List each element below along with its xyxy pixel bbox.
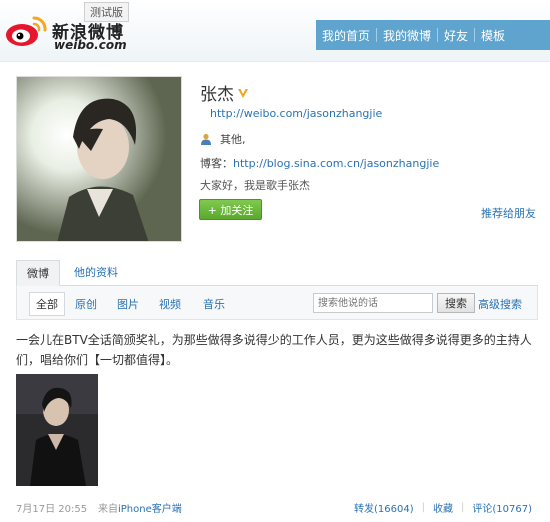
nav-friends[interactable]: 好友 xyxy=(438,27,474,44)
post-source: 来自iPhone客户端 xyxy=(98,500,182,515)
blog-label: 博客： xyxy=(200,157,233,170)
avatar-photo xyxy=(17,77,181,241)
action-divider: | xyxy=(421,502,425,513)
profile-bio: 大家好，我是歌手张杰 xyxy=(200,179,310,192)
profile-info: 其他, xyxy=(200,131,246,147)
user-icon xyxy=(201,133,211,145)
profile-url-link[interactable]: http://weibo.com/jasonzhangjie xyxy=(210,107,382,120)
post-image[interactable] xyxy=(16,374,98,486)
favorite-link[interactable]: 收藏 xyxy=(433,500,453,515)
comment-link[interactable]: 评论(10767) xyxy=(472,500,532,515)
follow-button[interactable]: + 加关注 xyxy=(199,199,262,220)
verified-v-icon xyxy=(238,88,248,98)
profile-name-text: 张杰 xyxy=(200,85,234,105)
search-button[interactable]: 搜索 xyxy=(437,293,475,313)
nav-my-home[interactable]: 我的首页 xyxy=(316,27,376,44)
filter-videos[interactable]: 视频 xyxy=(159,296,181,312)
nav-my-weibo[interactable]: 我的微博 xyxy=(377,27,437,44)
nav-templates[interactable]: 模板 xyxy=(475,27,511,44)
repost-link[interactable]: 转发(16604) xyxy=(354,500,414,515)
brand-domain: weibo.com xyxy=(54,38,127,52)
tab-profile-info[interactable]: 他的资料 xyxy=(64,260,128,286)
profile-name: 张杰 xyxy=(200,80,250,105)
profile-tabs: 微博 他的资料 xyxy=(16,260,538,286)
feed-filter-bar: 全部 原创 图片 视频 音乐 搜索 高级搜索 xyxy=(16,286,538,320)
weibo-logo-icon[interactable] xyxy=(4,14,48,48)
filter-music[interactable]: 音乐 xyxy=(203,296,225,312)
source-link[interactable]: iPhone客户端 xyxy=(118,504,182,515)
source-prefix: 来自 xyxy=(98,504,118,515)
top-nav: 我的首页 我的微博 好友 模板 xyxy=(316,20,550,50)
post-timestamp[interactable]: 7月17日 20:55 xyxy=(16,500,87,515)
post-photo xyxy=(16,374,98,486)
action-divider: | xyxy=(461,502,465,513)
recommend-to-friend-link[interactable]: 推荐给朋友 xyxy=(481,205,536,221)
advanced-search-link[interactable]: 高级搜索 xyxy=(478,296,522,312)
profile-info-text: 其他, xyxy=(220,133,246,146)
profile-blog: 博客：http://blog.sina.com.cn/jasonzhangjie xyxy=(200,155,439,171)
top-header: 新浪微博 weibo.com 测试版 我的首页 我的微博 好友 模板 xyxy=(0,0,550,62)
profile-avatar[interactable] xyxy=(16,76,182,242)
post-actions: 转发(16604) | 收藏 | 评论(10767) xyxy=(354,500,532,515)
beta-badge: 测试版 xyxy=(84,2,129,22)
search-input[interactable] xyxy=(313,293,433,313)
post-text: 一会儿在BTV全话简颁奖礼，为那些做得多说得少的工作人员，更为这些做得多说得更多… xyxy=(16,333,532,367)
filter-images[interactable]: 图片 xyxy=(117,296,139,312)
filter-all[interactable]: 全部 xyxy=(29,292,65,316)
blog-link[interactable]: http://blog.sina.com.cn/jasonzhangjie xyxy=(233,157,439,170)
tab-weibo[interactable]: 微博 xyxy=(16,260,60,286)
filter-original[interactable]: 原创 xyxy=(75,296,97,312)
